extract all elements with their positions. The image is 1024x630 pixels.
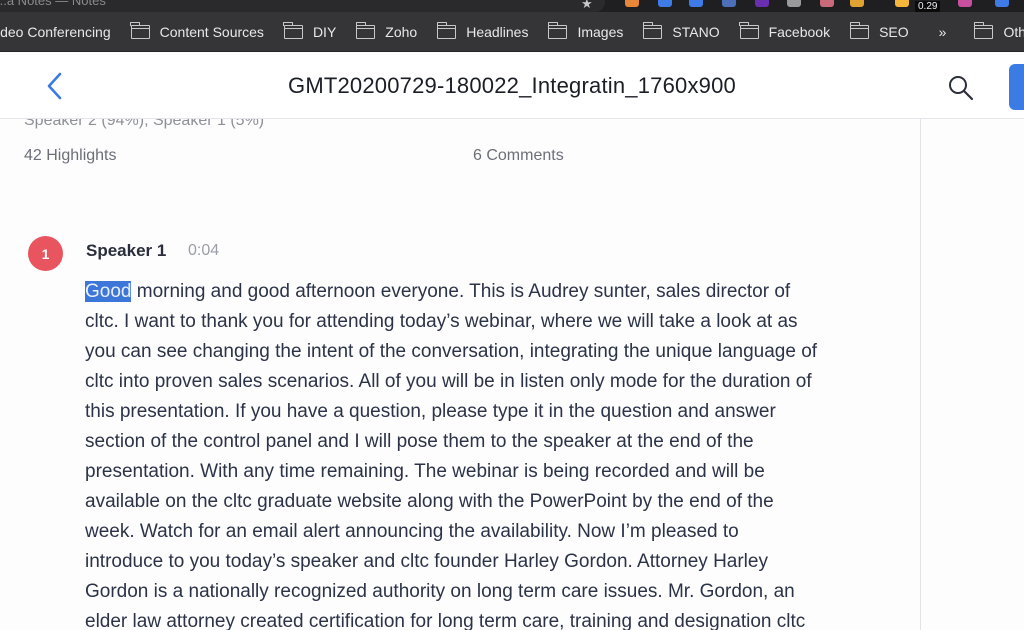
transcript-line: this presentation. If you have a questio… <box>85 401 776 422</box>
extension-icon[interactable] <box>722 0 736 7</box>
transcript-line: available on the cltc graduate website a… <box>85 491 774 512</box>
right-panel-divider <box>920 119 921 630</box>
extension-icon[interactable] <box>625 0 639 7</box>
bookmarks-overflow-button[interactable]: » <box>939 24 947 40</box>
bookmark-item[interactable]: SEO <box>849 12 909 52</box>
speaker-avatar[interactable]: 1 <box>28 236 63 271</box>
folder-icon <box>355 21 376 39</box>
extension-icon[interactable] <box>820 0 834 7</box>
comments-count[interactable]: 6 Comments <box>473 147 564 165</box>
transcript-line: elder law attorney created certification… <box>85 611 806 630</box>
transcript-line: Gordon is a nationally recognized author… <box>85 581 795 602</box>
bookmark-item[interactable]: DIY <box>283 12 337 52</box>
extension-icon[interactable] <box>895 0 909 7</box>
extension-icon[interactable] <box>787 0 801 7</box>
bookmark-item[interactable]: ideo Conferencing <box>0 12 111 52</box>
folder-icon <box>436 21 457 39</box>
extension-icon[interactable] <box>755 0 769 7</box>
bookmark-item[interactable]: Zoho <box>355 12 418 52</box>
folder-icon <box>973 21 994 39</box>
bookmark-label: Headlines <box>466 23 529 40</box>
page-title: GMT20200729-180022_Integratin_1760x900 <box>288 73 736 98</box>
search-button[interactable] <box>946 73 976 103</box>
bookmark-label: Images <box>577 23 624 40</box>
extension-badge: 0.29 <box>915 1 941 12</box>
transcript-line-text: morning and good afternoon everyone. Thi… <box>131 281 791 302</box>
folder-icon <box>283 21 303 39</box>
bookmark-item[interactable]: Content Sources <box>130 12 264 52</box>
transcript-line: introduce to you today’s speaker and clt… <box>85 551 768 572</box>
bookmark-star-icon[interactable]: ★ <box>581 0 593 12</box>
transcript-line: presentation. With any time remaining. T… <box>85 461 765 482</box>
transcript-line: cltc. I want to thank you for attending … <box>85 311 798 332</box>
browser-tab-strip: ...a Notes — Notes ★ 0.29 <box>0 0 1024 12</box>
folder-icon <box>130 21 150 39</box>
transcript-line: cltc into proven sales scenarios. All of… <box>85 371 812 392</box>
transcript-line: week. Watch for an email alert announcin… <box>85 521 739 542</box>
search-icon <box>949 76 974 101</box>
folder-icon <box>547 21 568 39</box>
app-header: GMT20200729-180022_Integratin_1760x900 <box>0 53 1024 119</box>
transcript-line: Good morning and good afternoon everyone… <box>85 277 895 307</box>
extension-icon[interactable] <box>850 0 864 7</box>
highlighted-word[interactable]: Good <box>85 281 132 302</box>
bookmark-label: DIY <box>312 23 337 40</box>
bookmark-item[interactable]: Images <box>547 12 624 52</box>
highlights-count[interactable]: 42 Highlights <box>24 147 117 165</box>
extension-icon[interactable] <box>658 0 672 7</box>
segment-timestamp[interactable]: 0:04 <box>188 242 219 260</box>
bookmark-item[interactable]: Facebook <box>739 12 831 52</box>
avatar-number: 1 <box>41 245 50 262</box>
folder-icon <box>642 21 663 39</box>
bookmark-label: Facebook <box>768 23 831 40</box>
folder-icon <box>849 21 870 39</box>
extension-icon[interactable] <box>995 0 1009 7</box>
bookmark-item[interactable]: STANO <box>642 12 720 52</box>
primary-action-button[interactable] <box>1009 64 1024 110</box>
bookmarks-bar: ideo Conferencing Content Sources DIY Zoho H… <box>0 12 1024 52</box>
speakers-summary-container: Speaker 2 (94%), Speaker 1 (5%) <box>0 119 919 141</box>
bookmark-other[interactable]: Other <box>973 12 1024 52</box>
folder-icon <box>739 21 759 39</box>
bookmark-item[interactable]: Headlines <box>436 12 529 52</box>
speakers-summary: Speaker 2 (94%), Speaker 1 (5%) <box>24 119 265 129</box>
bookmark-label: STANO <box>672 23 720 40</box>
transcript-line: you can see changing the intent of the c… <box>85 341 818 362</box>
bookmark-label: Zoho <box>385 23 418 40</box>
bookmark-label: Content Sources <box>159 23 264 40</box>
transcript-text[interactable]: Good morning and good afternoon everyone… <box>85 277 895 630</box>
extension-icon[interactable] <box>958 0 972 7</box>
speaker-name[interactable]: Speaker 1 <box>86 241 166 261</box>
transcript-line: section of the control panel and I will … <box>85 431 754 452</box>
bookmark-label: SEO <box>879 23 909 40</box>
window-title: ...a Notes — Notes <box>0 0 106 8</box>
bookmark-label: Other <box>1003 23 1024 40</box>
extension-icon[interactable] <box>689 0 703 7</box>
bookmark-label: ideo Conferencing <box>0 23 111 40</box>
